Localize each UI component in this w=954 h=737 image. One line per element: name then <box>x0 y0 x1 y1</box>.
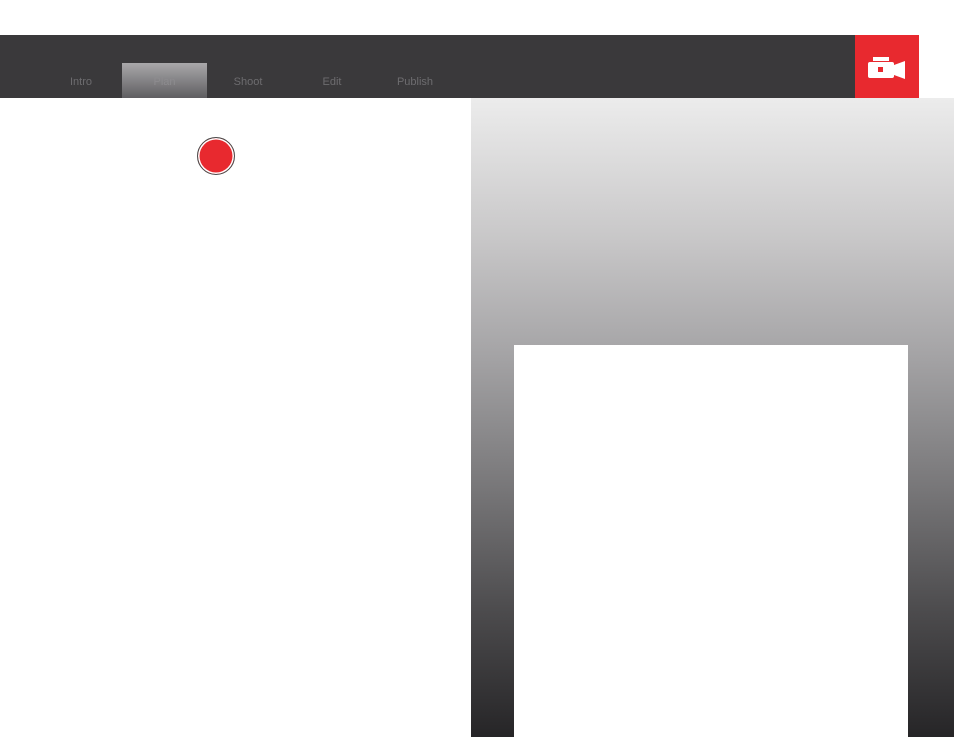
tab-label: Plan <box>153 76 176 88</box>
tab-label: Edit <box>322 76 342 88</box>
tab-label: Publish <box>396 76 434 88</box>
tab-label: Shoot <box>233 76 263 88</box>
video-camera-button[interactable] <box>855 35 919 98</box>
tab-publish[interactable]: Publish <box>382 35 448 98</box>
top-margin <box>0 0 954 35</box>
tab-plan[interactable]: Plan <box>122 63 207 98</box>
video-camera-icon <box>868 57 905 79</box>
tab-intro[interactable]: Intro <box>48 35 114 98</box>
tab-edit[interactable]: Edit <box>299 35 365 98</box>
page: Intro Plan Shoot Edit Publish <box>0 0 954 737</box>
content-card <box>514 345 908 737</box>
tab-shoot[interactable]: Shoot <box>215 35 281 98</box>
top-navigation-bar: Intro Plan Shoot Edit Publish <box>0 35 919 98</box>
tab-label: Intro <box>69 76 92 88</box>
record-dot-icon[interactable] <box>197 137 235 175</box>
